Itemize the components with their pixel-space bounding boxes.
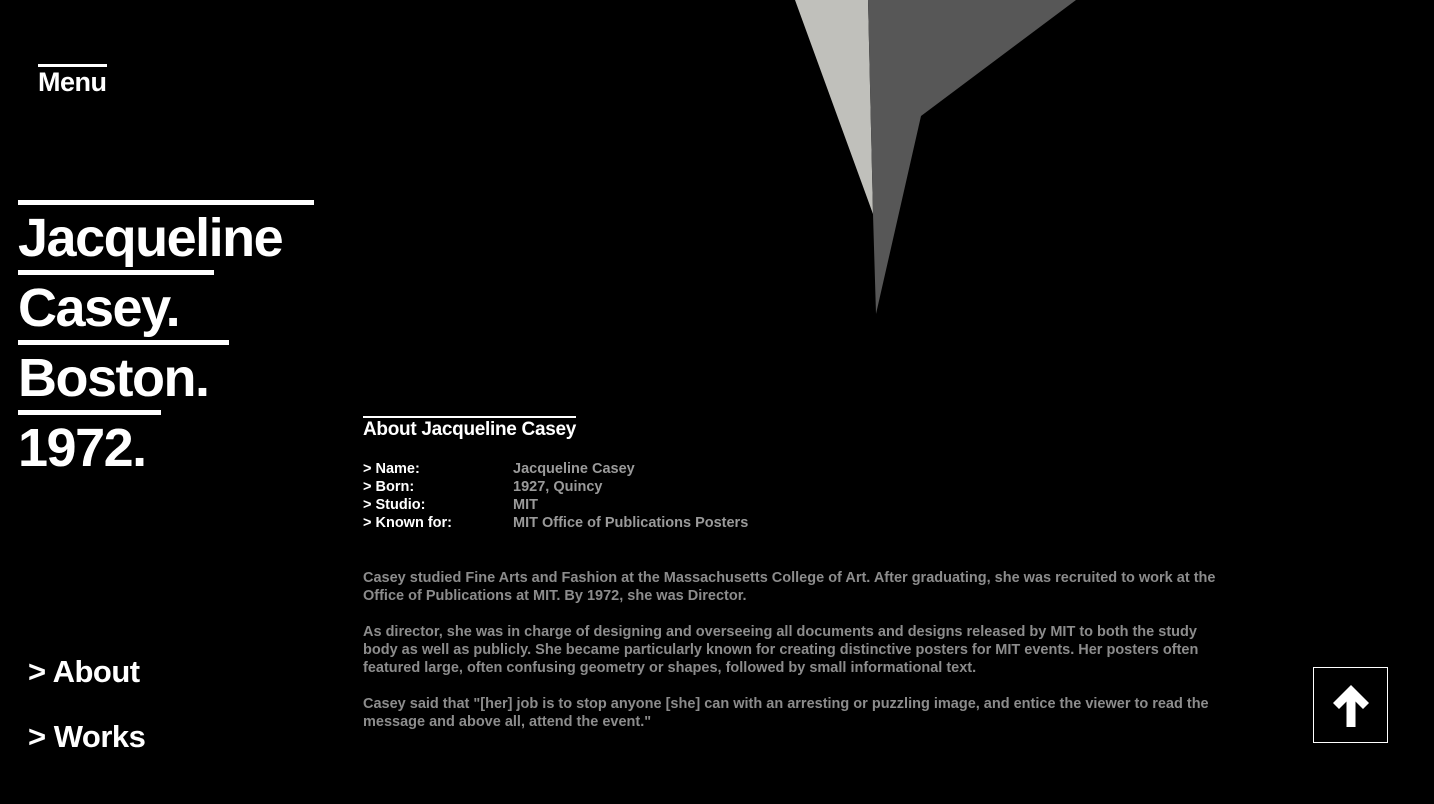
about-title: About Jacqueline Casey (363, 416, 576, 442)
nav-item-about[interactable]: > About (28, 652, 145, 717)
hero-line-text: Casey. (18, 278, 181, 338)
fact-row-born: > Born: 1927, Quincy (363, 478, 1233, 496)
fact-label: > Name: (363, 461, 420, 477)
scroll-to-top-button[interactable] (1313, 667, 1388, 743)
arrow-up-icon (1333, 685, 1369, 727)
menu-button[interactable]: Menu (38, 64, 107, 96)
fact-value: 1927, Quincy (513, 479, 603, 495)
fact-value: MIT (513, 497, 538, 513)
shape-dark-facet (868, 0, 1076, 314)
about-paragraph-quote: Casey said that "[her] job is to stop an… (363, 696, 1209, 730)
side-nav: > About > Works (28, 652, 146, 782)
fact-label: > Born: (363, 479, 415, 495)
shape-light-facet (795, 0, 873, 214)
hero-line-text: Boston. (18, 348, 210, 408)
hero-line-text: Jacqueline (18, 208, 284, 268)
nav-item-works[interactable]: > Works (28, 717, 146, 782)
facts-list: > Name: Jacqueline Casey > Born: 1927, Q… (363, 460, 1233, 532)
fact-row-name: > Name: Jacqueline Casey (363, 460, 1233, 478)
fact-row-studio: > Studio: MIT (363, 496, 1233, 514)
fact-row-known-for: > Known for: MIT Office of Publications … (363, 514, 1233, 532)
about-paragraph-director: As director, she was in charge of design… (363, 624, 1199, 676)
fact-value: MIT Office of Publications Posters (513, 515, 749, 531)
fact-label: > Studio: (363, 497, 426, 513)
about-section: About Jacqueline Casey > Name: Jacquelin… (363, 416, 1233, 731)
hero-line-text: 1972. (18, 418, 147, 478)
about-paragraph-education: Casey studied Fine Arts and Fashion at t… (363, 570, 1216, 604)
fact-label: > Known for: (363, 515, 453, 531)
fact-value: Jacqueline Casey (513, 461, 635, 477)
